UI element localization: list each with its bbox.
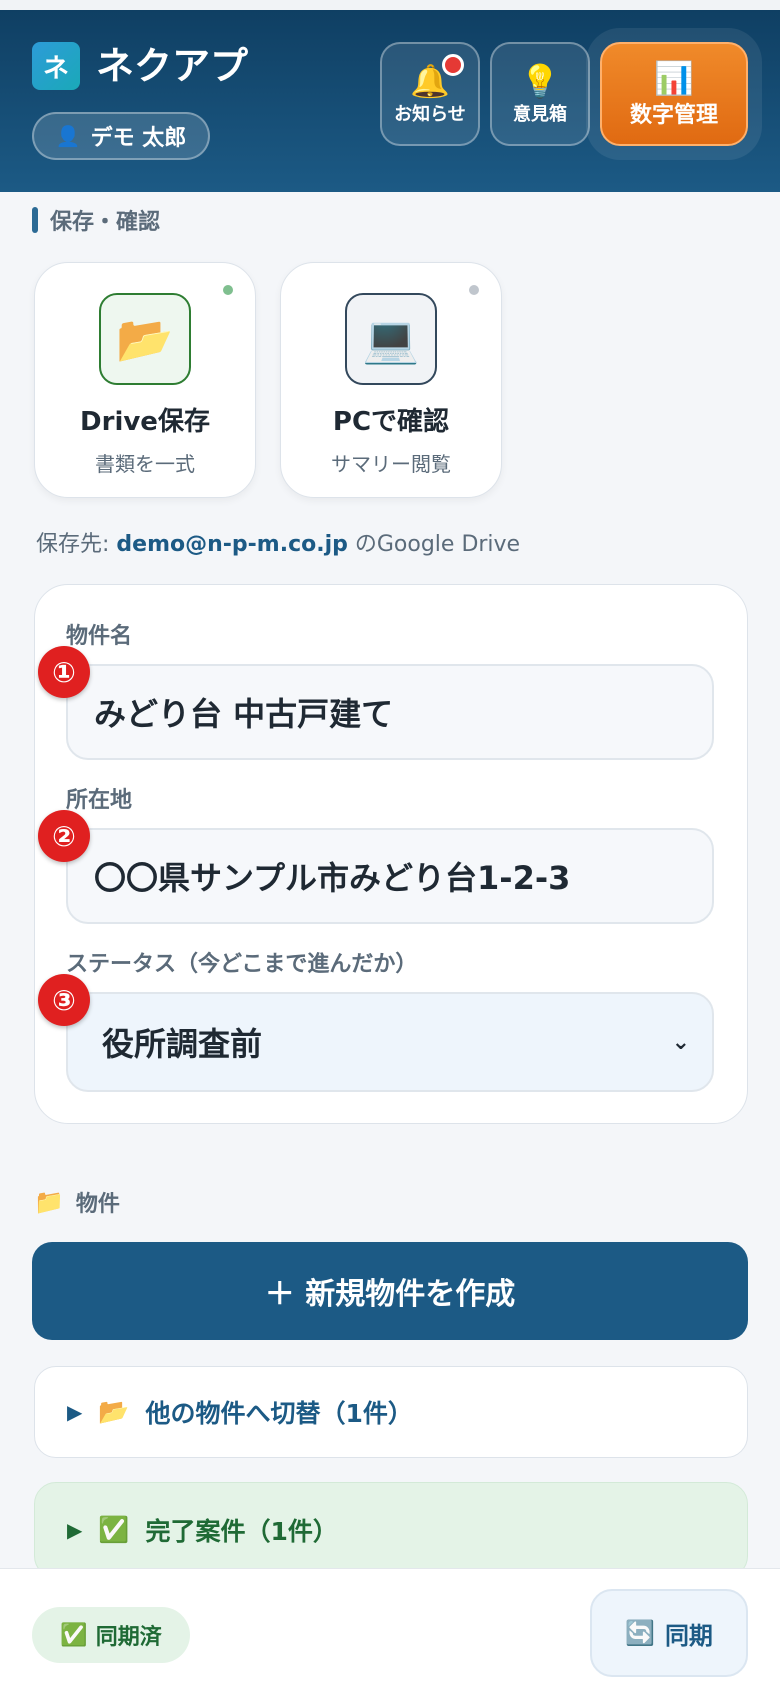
tile-subtitle: サマリー閲覧: [331, 452, 451, 476]
drive-save-tile[interactable]: 📂 Drive保存 書類を一式: [34, 262, 256, 498]
laptop-icon: 💻: [345, 293, 437, 385]
switch-project-label: 他の物件へ切替（1件）: [145, 1399, 413, 1428]
step-marker-2: ②: [38, 810, 90, 862]
idea-label: 意見箱: [513, 104, 567, 125]
user-icon: 👤: [55, 124, 81, 148]
status-value: 役所調査前: [102, 1025, 263, 1063]
user-pill[interactable]: 👤 デモ 太郎: [32, 112, 210, 160]
property-name-input[interactable]: みどり台 中古戸建て: [66, 664, 714, 760]
app-logo: ネ: [32, 42, 80, 90]
save-section-title: 保存・確認: [32, 204, 160, 236]
sync-button[interactable]: 🔄 同期: [590, 1589, 748, 1677]
tile-title: PCで確認: [332, 407, 450, 437]
chevron-down-icon: ⌄: [671, 1029, 690, 1055]
expand-triangle-icon: ▶: [67, 1400, 83, 1424]
numbers-button[interactable]: 📊 数字管理: [600, 42, 748, 146]
status-select[interactable]: 役所調査前 ⌄: [66, 992, 714, 1092]
idea-box-button[interactable]: 💡 意見箱: [490, 42, 590, 146]
sync-button-label: 同期: [664, 1621, 713, 1650]
notice-label: お知らせ: [394, 104, 466, 125]
numbers-label: 数字管理: [629, 103, 718, 128]
switch-project-accordion[interactable]: ▶ 📂 他の物件へ切替（1件）: [34, 1366, 748, 1458]
completed-projects-accordion[interactable]: ▶ ✅ 完了案件（1件）: [34, 1482, 748, 1578]
app-header: ネ ネクアプ 👤 デモ 太郎 🔔 お知らせ 💡 意見箱 📊 数字管理: [0, 10, 780, 192]
address-label: 所在地: [66, 788, 133, 813]
bar-chart-icon: 📊: [654, 59, 694, 97]
lightbulb-icon: 💡: [520, 62, 560, 100]
user-name: デモ 太郎: [90, 126, 187, 151]
checkmark-icon: ✅: [60, 1622, 88, 1648]
bottom-bar: ✅ 同期済 🔄 同期: [0, 1568, 780, 1688]
status-label: ステータス（今どこまで進んだか）: [66, 952, 418, 977]
save-destination: 保存先: demo@n-p-m.co.jp のGoogle Drive: [36, 526, 520, 558]
projects-section-title: 📁 物件: [34, 1186, 120, 1218]
save-dest-prefix: 保存先:: [36, 532, 117, 557]
status-dot: [469, 285, 479, 295]
notification-badge: [442, 54, 464, 76]
create-project-button[interactable]: ＋ 新規物件を作成: [32, 1242, 748, 1340]
app-title: ネクアプ: [96, 44, 249, 88]
completed-projects-label: 完了案件（1件）: [145, 1517, 338, 1546]
save-section-label: 保存・確認: [50, 210, 161, 235]
property-name-label: 物件名: [66, 624, 133, 649]
status-dot: [223, 285, 233, 295]
open-folder-icon: 📂: [98, 1397, 130, 1426]
section-bar: [32, 207, 38, 233]
save-dest-suffix: のGoogle Drive: [347, 532, 521, 557]
notice-button[interactable]: 🔔 お知らせ: [380, 42, 480, 146]
refresh-icon: 🔄: [625, 1619, 655, 1647]
folder-icon: 📁: [34, 1188, 64, 1216]
projects-label: 物件: [75, 1192, 120, 1217]
sync-status-badge: ✅ 同期済: [32, 1607, 190, 1663]
folder-icon: 📂: [99, 293, 191, 385]
sync-status-label: 同期済: [95, 1625, 162, 1650]
step-marker-1: ①: [38, 646, 90, 698]
tile-subtitle: 書類を一式: [95, 452, 195, 476]
checkmark-icon: ✅: [98, 1515, 130, 1544]
expand-triangle-icon: ▶: [67, 1518, 83, 1542]
address-input[interactable]: 〇〇県サンプル市みどり台1-2-3: [66, 828, 714, 924]
pc-view-tile[interactable]: 💻 PCで確認 サマリー閲覧: [280, 262, 502, 498]
step-marker-3: ③: [38, 974, 90, 1026]
top-strip: [0, 0, 780, 10]
save-dest-email: demo@n-p-m.co.jp: [116, 532, 348, 557]
tile-title: Drive保存: [80, 407, 210, 437]
